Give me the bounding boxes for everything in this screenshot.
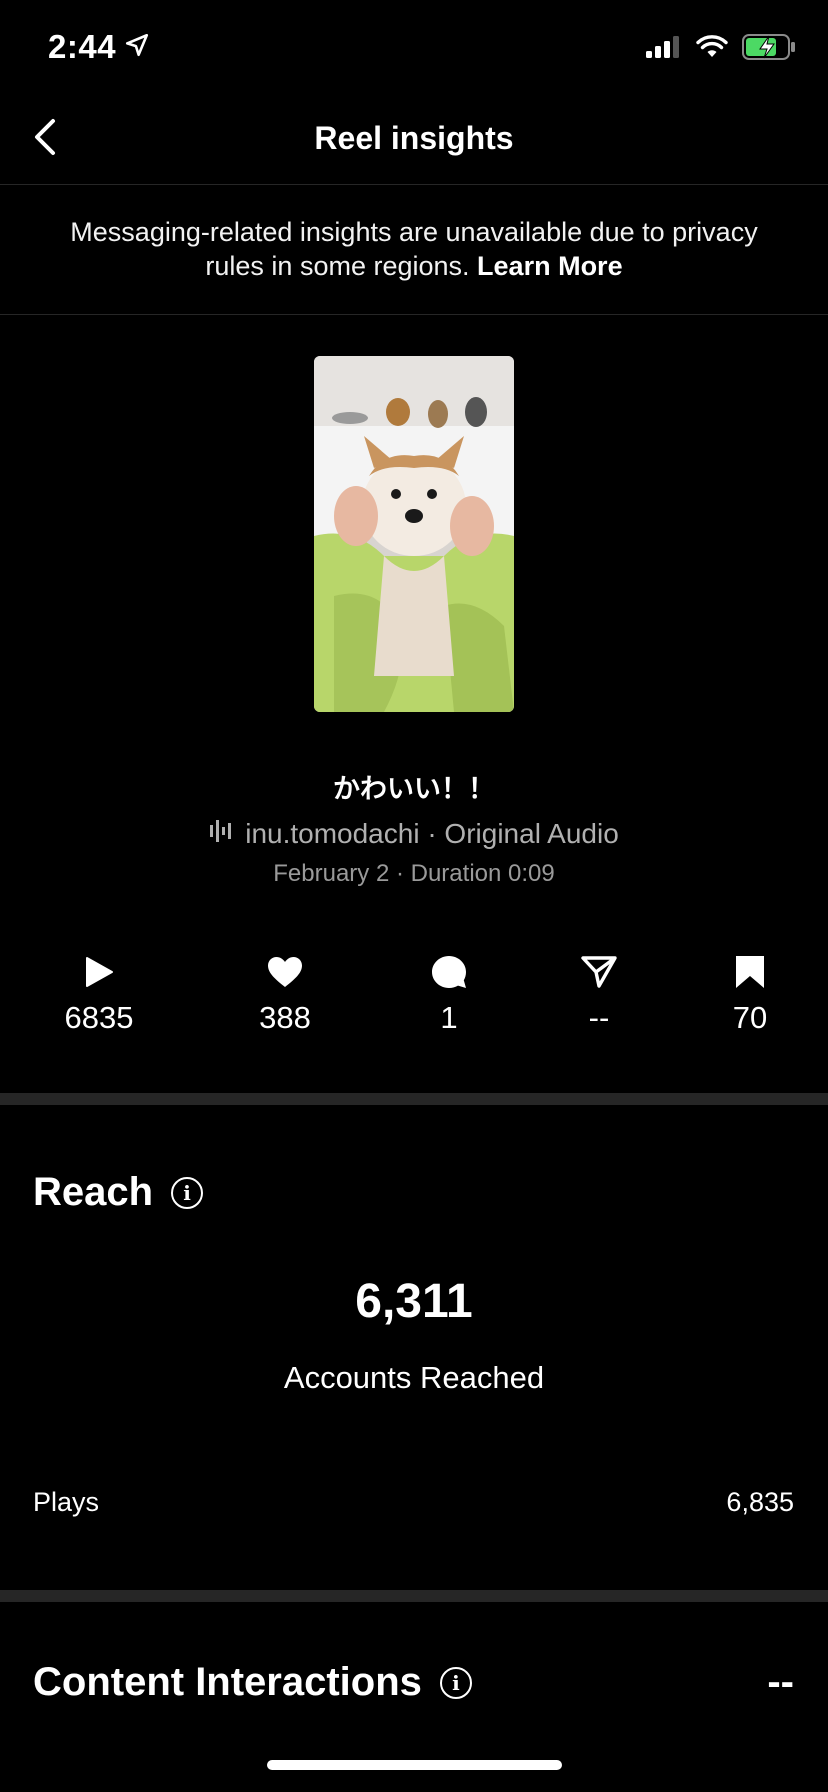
stat-likes: 388 (215, 952, 355, 1036)
accounts-reached-label: Accounts Reached (283, 1360, 545, 1395)
status-time-text: 2:44 (48, 28, 117, 65)
stat-plays: 6835 (29, 952, 169, 1036)
play-icon (83, 952, 115, 992)
home-indicator[interactable] (267, 1760, 562, 1770)
heart-icon (267, 952, 303, 992)
page-title: Reel insights (314, 120, 514, 156)
stat-value: 1 (440, 1000, 458, 1035)
reach-header: Reach i (33, 1170, 204, 1215)
status-time: 2:44 (48, 28, 150, 66)
section-divider (0, 1590, 828, 1602)
info-icon[interactable]: i (439, 1666, 472, 1699)
location-arrow-icon (124, 28, 150, 66)
share-icon (581, 952, 617, 992)
plays-value: 6,835 (726, 1487, 794, 1517)
stat-shares: -- (529, 952, 669, 1036)
stat-value: 70 (732, 1000, 768, 1035)
header-bar: Reel insights (0, 92, 828, 185)
stat-value: 388 (259, 1000, 311, 1035)
reel-date-duration: February 2 · Duration 0:09 (273, 860, 555, 887)
stat-comments: 1 (379, 952, 519, 1036)
reach-title: Reach (33, 1170, 154, 1214)
content-interactions-title: Content Interactions (33, 1660, 422, 1704)
bookmark-icon (735, 952, 765, 992)
audio-info[interactable]: inu.tomodachi · Original Audio (0, 818, 828, 850)
audio-waveform-icon (209, 818, 235, 850)
info-icon[interactable]: i (171, 1176, 204, 1209)
battery-charging-icon (742, 34, 796, 65)
reel-thumbnail[interactable] (314, 356, 514, 712)
content-interactions-value: -- (767, 1660, 794, 1704)
section-divider (0, 1093, 828, 1105)
reel-caption: かわいい！！ (333, 774, 495, 805)
stat-value: 6835 (64, 1000, 134, 1035)
stat-saves: 70 (680, 952, 820, 1036)
comment-icon (431, 952, 467, 992)
status-indicators (646, 34, 796, 65)
accounts-reached-value: 6,311 (355, 1275, 473, 1328)
plays-label: Plays (33, 1487, 100, 1517)
wifi-icon (696, 35, 728, 64)
audio-text: inu.tomodachi · Original Audio (245, 818, 619, 849)
learn-more-link[interactable]: Learn More (477, 251, 623, 281)
content-interactions-header: Content Interactions i (33, 1660, 472, 1705)
cellular-signal-icon (646, 36, 682, 63)
stat-value: -- (588, 1000, 610, 1035)
privacy-notice-text: Messaging-related insights are unavailab… (70, 217, 758, 281)
privacy-notice: Messaging-related insights are unavailab… (0, 185, 828, 315)
